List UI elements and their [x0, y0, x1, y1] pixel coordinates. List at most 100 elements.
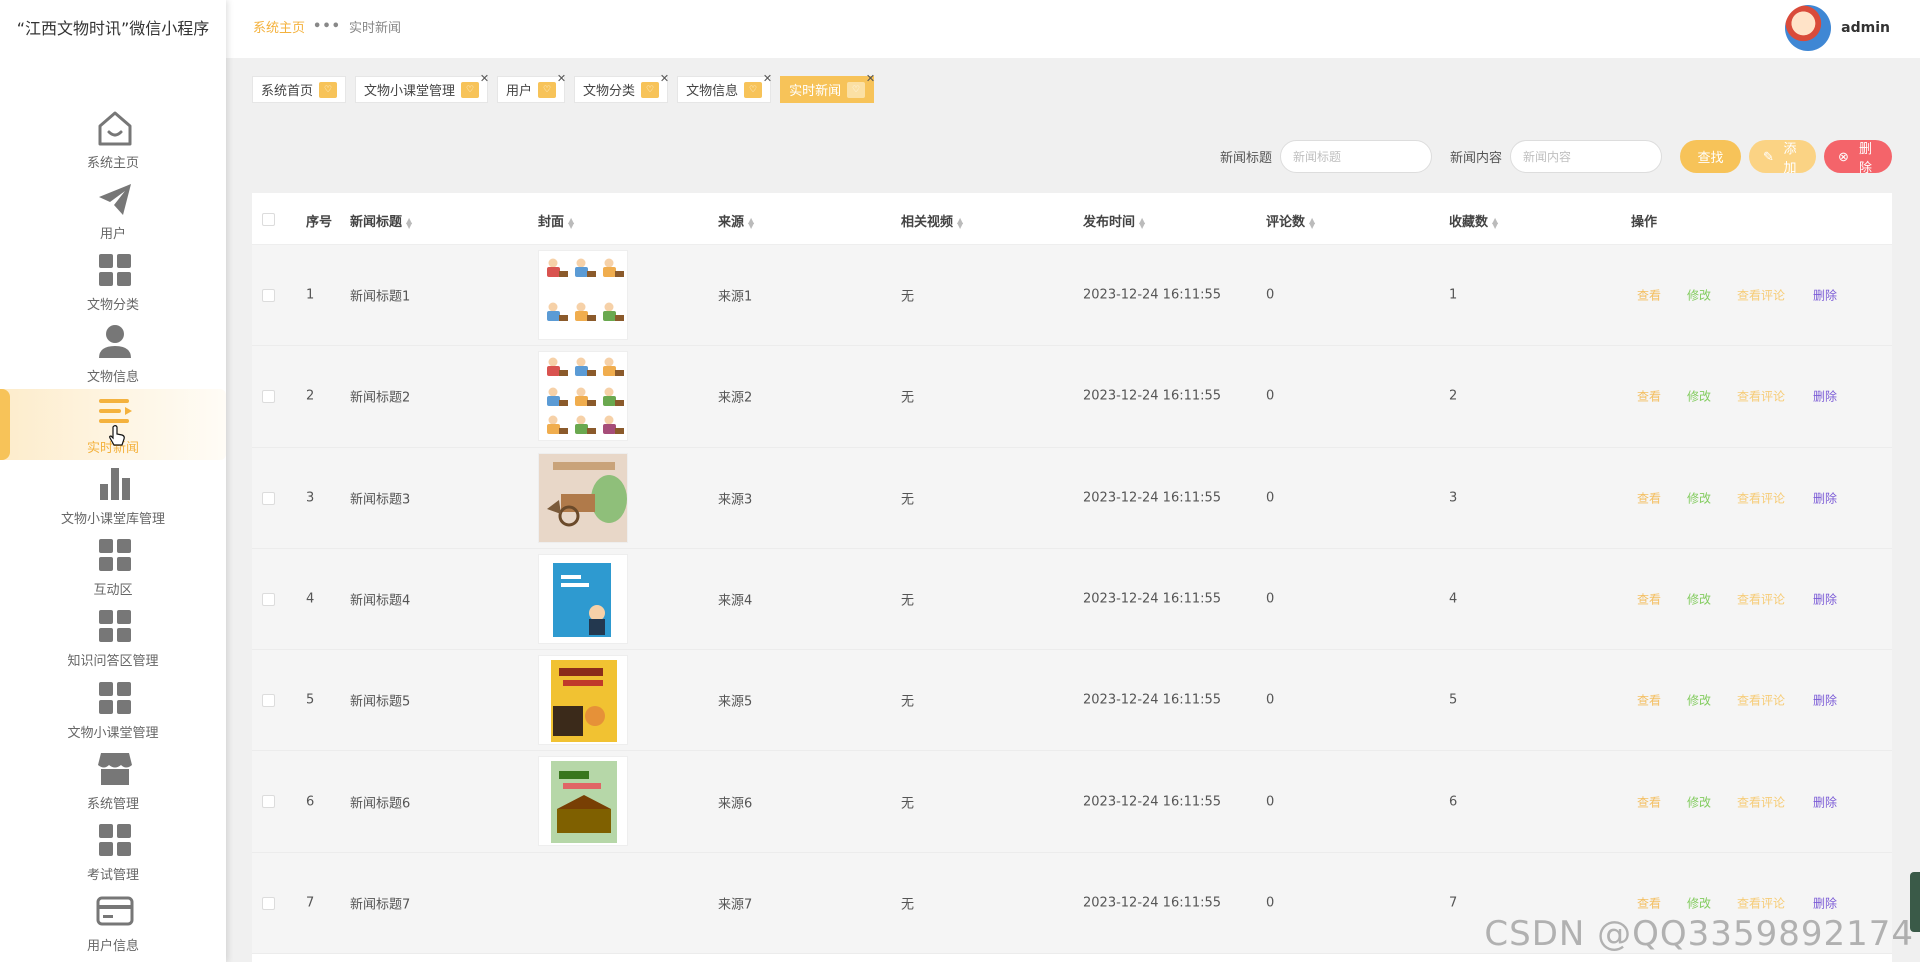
view-comments-link[interactable]: 查看评论	[1737, 489, 1785, 506]
row-video: 无	[901, 694, 915, 710]
delete-link[interactable]: 删除	[1813, 388, 1837, 405]
row-favorites: 6	[1449, 794, 1458, 810]
view-comments-link[interactable]: 查看评论	[1737, 793, 1785, 810]
col-title[interactable]: 新闻标题 ▲ ▼	[350, 211, 412, 230]
edit-link[interactable]: 修改	[1687, 287, 1711, 304]
close-icon[interactable]: ✕	[480, 72, 489, 85]
row-checkbox[interactable]	[262, 289, 275, 302]
close-icon[interactable]: ✕	[660, 72, 669, 85]
find-button[interactable]: 查找	[1680, 140, 1741, 173]
col-source[interactable]: 来源 ▲ ▼	[718, 211, 754, 230]
sort-icon: ▲ ▼	[748, 215, 755, 230]
sidebar-item-label: 文物小课堂库管理	[60, 511, 165, 527]
view-link[interactable]: 查看	[1637, 388, 1661, 405]
breadcrumb-home[interactable]: 系统主页	[253, 17, 305, 36]
row-checkbox[interactable]	[262, 795, 275, 809]
view-link[interactable]: 查看	[1637, 287, 1661, 304]
table-row[interactable]: 5 新闻标题5 来源5 无 2023-12-24 16:11:55 0 5 查看 修改 查看评论 删…	[252, 650, 1892, 752]
delete-link[interactable]: 删除	[1813, 793, 1837, 810]
username[interactable]: admin	[1841, 20, 1890, 36]
edit-link[interactable]: 修改	[1687, 692, 1711, 709]
delete-link[interactable]: 删除	[1813, 894, 1837, 911]
table-row[interactable]: 3 新闻标题3 来源3 无 2023-12-24 16:11:55 0 3 查看 修改 查看评论 删…	[252, 447, 1892, 549]
row-checkbox[interactable]	[262, 896, 275, 910]
row-time: 2023-12-24 16:11:55	[1083, 794, 1222, 810]
user-menu[interactable]: admin	[1785, 5, 1890, 51]
edit-link[interactable]: 修改	[1687, 489, 1711, 506]
col-video[interactable]: 相关视频 ▲ ▼	[901, 211, 963, 230]
sidebar-item-relic-info[interactable]: 文物信息	[0, 318, 226, 389]
delete-link[interactable]: 删除	[1813, 489, 1837, 506]
delete-link[interactable]: 删除	[1813, 591, 1837, 608]
sidebar-item-label: 文物小课堂管理	[67, 725, 159, 741]
select-all-checkbox[interactable]	[262, 213, 275, 226]
table-row[interactable]: 1 新闻标题1 来源1 无 2023-12-24 16:11:55 0 1 查看 修改 查看评论 删…	[252, 245, 1892, 347]
delete-link[interactable]: 删除	[1813, 287, 1837, 304]
sidebar-item-system[interactable]: 系统管理	[0, 745, 226, 816]
delete-button[interactable]: ⊗ 删除	[1824, 140, 1892, 175]
tag-news[interactable]: 实时新闻 ♡ ✕	[780, 72, 875, 103]
table-row[interactable]: 6 新闻标题6 来源6 无 2023-12-24 16:11:55 0 6 查看 修改 查看评论 删…	[252, 751, 1892, 853]
tag-users[interactable]: 用户 ♡ ✕	[497, 72, 566, 103]
delete-button-label: 删除	[1858, 140, 1872, 175]
row-comments: 0	[1266, 794, 1275, 810]
tag-course-manage[interactable]: 文物小课堂管理 ♡ ✕	[355, 72, 489, 103]
row-checkbox[interactable]	[262, 390, 275, 404]
sidebar-item-interaction[interactable]: 互动区	[0, 531, 226, 602]
floating-widget[interactable]	[1910, 872, 1920, 932]
add-button[interactable]: ✎ 添加	[1749, 140, 1816, 175]
close-icon[interactable]: ✕	[866, 72, 875, 85]
sidebar-item-course[interactable]: 文物小课堂管理	[0, 674, 226, 745]
top-header: 系统主页 ••• 实时新闻 admin	[226, 0, 1920, 58]
view-comments-link[interactable]: 查看评论	[1737, 388, 1785, 405]
edit-link[interactable]: 修改	[1687, 894, 1711, 911]
close-icon[interactable]: ✕	[557, 72, 566, 85]
delete-circle-icon: ⊗	[1838, 148, 1849, 164]
sidebar-item-exam[interactable]: 考试管理	[0, 816, 226, 887]
view-comments-link[interactable]: 查看评论	[1737, 894, 1785, 911]
title-search-input[interactable]	[1279, 140, 1432, 173]
edit-link[interactable]: 修改	[1687, 793, 1711, 810]
search-bar: 新闻标题 新闻内容 查找 ✎ 添加 ⊗ 删除	[1220, 140, 1892, 175]
delete-link[interactable]: 删除	[1813, 692, 1837, 709]
grid-icon	[95, 606, 135, 646]
col-time[interactable]: 发布时间 ▲ ▼	[1083, 211, 1145, 230]
content-search-input[interactable]	[1510, 140, 1662, 173]
view-link[interactable]: 查看	[1637, 591, 1661, 608]
tag-relic-category[interactable]: 文物分类 ♡ ✕	[574, 72, 669, 103]
sidebar-item-qa[interactable]: 知识问答区管理	[0, 602, 226, 673]
row-index: 4	[306, 591, 315, 607]
col-comments[interactable]: 评论数 ▲ ▼	[1266, 211, 1315, 230]
sidebar-item-relic-category[interactable]: 文物分类	[0, 246, 226, 317]
edit-link[interactable]: 修改	[1687, 591, 1711, 608]
sidebar-item-label: 互动区	[93, 583, 133, 599]
tag-home[interactable]: 系统首页 ♡	[252, 76, 347, 103]
view-comments-link[interactable]: 查看评论	[1737, 287, 1785, 304]
sidebar-item-label: 文物分类	[86, 298, 139, 314]
close-icon[interactable]: ✕	[763, 72, 772, 85]
sidebar-item-user-info[interactable]: 用户信息	[0, 887, 226, 958]
table-row[interactable]: 4 新闻标题4 来源4 无 2023-12-24 16:11:55 0 4 查看 修改 查看评论 删…	[252, 548, 1892, 651]
row-checkbox[interactable]	[262, 694, 275, 708]
view-link[interactable]: 查看	[1637, 489, 1661, 506]
sidebar-item-home[interactable]: 系统主页	[0, 104, 226, 175]
sidebar-item-course-library[interactable]: 文物小课堂库管理	[0, 460, 226, 531]
view-link[interactable]: 查看	[1637, 793, 1661, 810]
view-comments-link[interactable]: 查看评论	[1737, 692, 1785, 709]
tag-relic-info[interactable]: 文物信息 ♡ ✕	[677, 72, 772, 103]
tab-tags: 系统首页 ♡ 文物小课堂管理 ♡ ✕ 用户 ♡ ✕ 文物分类 ♡ ✕ 文物信息 …	[252, 72, 875, 103]
row-checkbox[interactable]	[262, 491, 275, 505]
row-source: 来源6	[718, 796, 753, 812]
sidebar-item-users[interactable]: 用户	[0, 175, 226, 246]
sidebar: “江西文物时讯”微信小程序 系统主页 用户 文物分类 文物信息 实时新闻 文物小…	[0, 0, 226, 962]
col-favorites[interactable]: 收藏数 ▲ ▼	[1449, 211, 1498, 230]
row-checkbox[interactable]	[262, 592, 275, 606]
view-comments-link[interactable]: 查看评论	[1737, 591, 1785, 608]
edit-link[interactable]: 修改	[1687, 388, 1711, 405]
view-link[interactable]: 查看	[1637, 692, 1661, 709]
avatar[interactable]	[1785, 5, 1832, 51]
cover-image	[538, 351, 628, 442]
table-row[interactable]: 2 新闻标题2 来源2 无 2023-12-24 16:11:55 0 2 查看 修改 查看评论 删…	[252, 346, 1892, 448]
col-cover[interactable]: 封面 ▲ ▼	[538, 211, 574, 230]
view-link[interactable]: 查看	[1637, 894, 1661, 911]
